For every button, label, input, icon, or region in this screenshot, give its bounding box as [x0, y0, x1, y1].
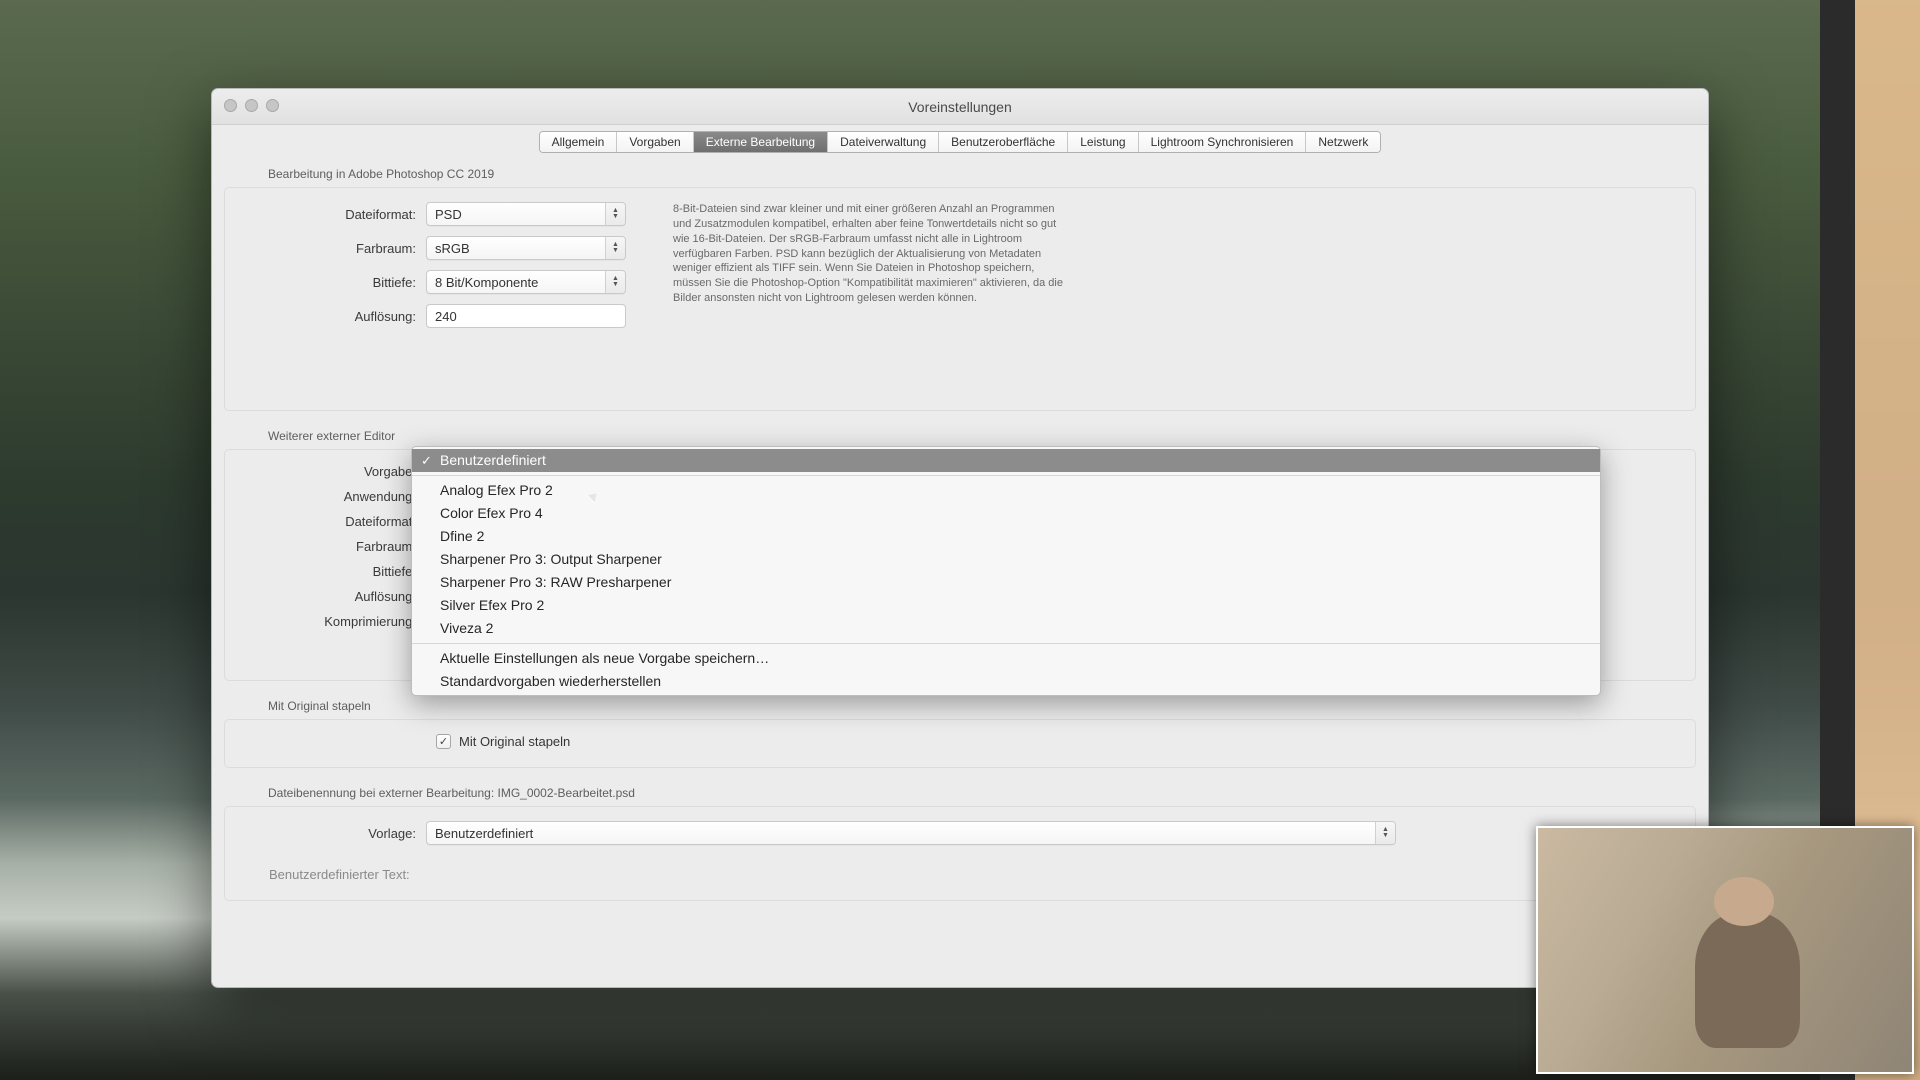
dropdown-item[interactable]: Sharpener Pro 3: Output Sharpener: [412, 548, 1600, 571]
dropdown-item-save-preset[interactable]: Aktuelle Einstellungen als neue Vorgabe …: [412, 647, 1600, 670]
chevron-updown-icon: ▲▼: [1375, 822, 1395, 844]
tab-externe-bearbeitung[interactable]: Externe Bearbeitung: [694, 132, 828, 152]
select-bittiefe-value: 8 Bit/Komponente: [435, 275, 538, 290]
select-farbraum[interactable]: sRGB ▲▼: [426, 236, 626, 260]
dropdown-item-restore-defaults[interactable]: Standardvorgaben wiederherstellen: [412, 670, 1600, 693]
select-dateiformat-value: PSD: [435, 207, 462, 222]
chevron-updown-icon: ▲▼: [605, 237, 625, 259]
label-dateiformat-ext: Dateiformat:: [241, 514, 426, 529]
panel-naming: Vorlage: Benutzerdefiniert ▲▼ Benutzerde…: [224, 806, 1696, 901]
dropdown-separator: [412, 643, 1600, 644]
tab-allgemein[interactable]: Allgemein: [540, 132, 618, 152]
close-icon[interactable]: [224, 99, 237, 112]
tab-netzwerk[interactable]: Netzwerk: [1306, 132, 1380, 152]
panel-stack: ✓ Mit Original stapeln: [224, 719, 1696, 768]
tab-leistung[interactable]: Leistung: [1068, 132, 1138, 152]
chevron-updown-icon: ▲▼: [605, 271, 625, 293]
select-dateiformat[interactable]: PSD ▲▼: [426, 202, 626, 226]
preferences-window: Voreinstellungen Allgemein Vorgaben Exte…: [211, 88, 1709, 988]
dropdown-item[interactable]: Sharpener Pro 3: RAW Presharpener: [412, 571, 1600, 594]
panel-photoshop: 8-Bit-Dateien sind zwar kleiner und mit …: [224, 187, 1696, 411]
tabbar: Allgemein Vorgaben Externe Bearbeitung D…: [212, 125, 1708, 163]
select-vorlage[interactable]: Benutzerdefiniert ▲▼: [426, 821, 1396, 845]
section-stack-title: Mit Original stapeln: [254, 695, 1708, 719]
tab-vorgaben[interactable]: Vorgaben: [617, 132, 693, 152]
tab-dateiverwaltung[interactable]: Dateiverwaltung: [828, 132, 939, 152]
tab-benutzeroberflaeche[interactable]: Benutzeroberfläche: [939, 132, 1068, 152]
dropdown-separator: [412, 475, 1600, 476]
tab-lightroom-sync[interactable]: Lightroom Synchronisieren: [1139, 132, 1307, 152]
dropdown-item[interactable]: Color Efex Pro 4: [412, 502, 1600, 525]
webcam-overlay: [1536, 826, 1914, 1074]
zoom-icon[interactable]: [266, 99, 279, 112]
dropdown-item[interactable]: Dfine 2: [412, 525, 1600, 548]
label-vorlage: Vorlage:: [241, 826, 426, 841]
input-aufloesung[interactable]: [426, 304, 626, 328]
chevron-updown-icon: ▲▼: [605, 203, 625, 225]
label-komprimierung: Komprimierung:: [241, 614, 426, 629]
dropdown-item-selected[interactable]: ✓ Benutzerdefiniert: [412, 449, 1600, 472]
label-aufloesung: Auflösung:: [241, 309, 426, 324]
label-anwendung: Anwendung:: [241, 489, 426, 504]
checkbox-stack-with-original[interactable]: ✓: [436, 734, 451, 749]
panel-external-editor: Vorgabe: Anwendung: Dateiformat: Farbrau…: [224, 449, 1696, 681]
label-farbraum-ext: Farbraum:: [241, 539, 426, 554]
label-farbraum: Farbraum:: [241, 241, 426, 256]
select-farbraum-value: sRGB: [435, 241, 470, 256]
dropdown-item[interactable]: Viveza 2: [412, 617, 1600, 640]
label-bittiefe: Bittiefe:: [241, 275, 426, 290]
photoshop-helptext: 8-Bit-Dateien sind zwar kleiner und mit …: [673, 202, 1073, 306]
label-bittiefe-ext: Bittiefe:: [241, 564, 426, 579]
dropdown-item[interactable]: Silver Efex Pro 2: [412, 594, 1600, 617]
preset-dropdown-menu: ✓ Benutzerdefiniert Analog Efex Pro 2 Co…: [411, 446, 1601, 696]
checkbox-stack-label: Mit Original stapeln: [459, 734, 570, 749]
titlebar: Voreinstellungen: [212, 89, 1708, 125]
label-vorgabe: Vorgabe:: [241, 464, 426, 479]
checkmark-icon: ✓: [421, 451, 432, 470]
tabgroup: Allgemein Vorgaben Externe Bearbeitung D…: [539, 131, 1382, 153]
window-title: Voreinstellungen: [212, 99, 1708, 115]
dropdown-item-label: Benutzerdefiniert: [440, 452, 546, 468]
label-custom-text: Benutzerdefinierter Text:: [269, 867, 410, 882]
section-photoshop-title: Bearbeitung in Adobe Photoshop CC 2019: [254, 163, 1708, 187]
label-dateiformat: Dateiformat:: [241, 207, 426, 222]
traffic-lights: [224, 99, 279, 112]
select-vorlage-value: Benutzerdefiniert: [435, 826, 533, 841]
label-aufloesung-ext: Auflösung:: [241, 589, 426, 604]
select-bittiefe[interactable]: 8 Bit/Komponente ▲▼: [426, 270, 626, 294]
minimize-icon[interactable]: [245, 99, 258, 112]
section-naming-title: Dateibenennung bei externer Bearbeitung:…: [254, 782, 1708, 806]
